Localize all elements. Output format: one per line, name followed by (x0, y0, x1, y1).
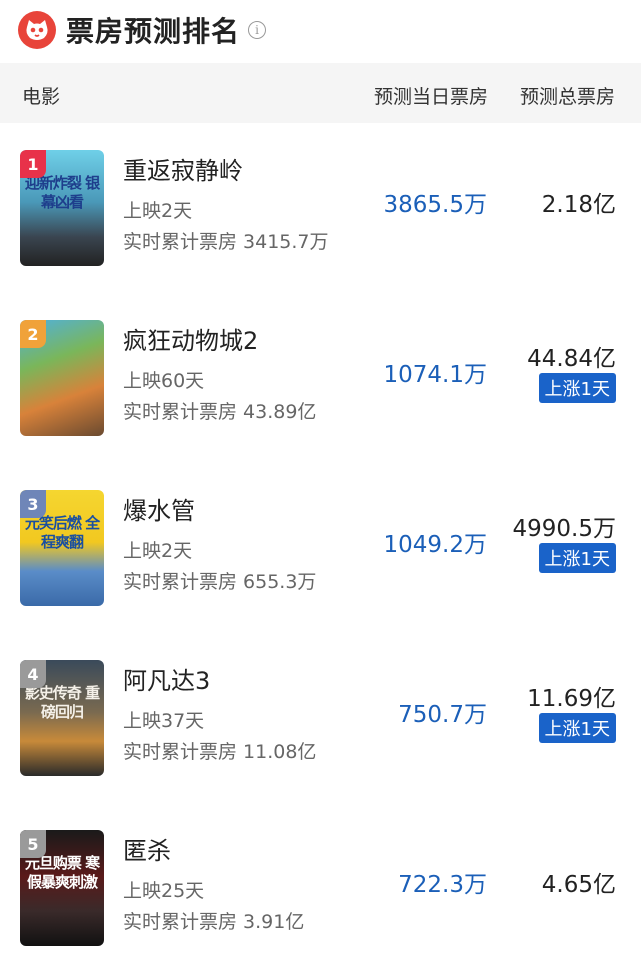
cumulative-box-office: 实时累计票房 11.08亿 (123, 741, 317, 763)
list-item[interactable]: 元笑后燃 全程爽翻 3 爆水管 上映2天 实时累计票房 655.3万 1049.… (0, 463, 641, 633)
rise-badge: 上涨1天 (538, 713, 616, 743)
total-forecast: 11.69亿 (527, 686, 616, 712)
poster-text: 迎新炸裂 银幕凶看 (24, 174, 100, 211)
poster-text: 影史传奇 重磅回归 (24, 684, 100, 721)
movie-name[interactable]: 重返寂静岭 (123, 151, 243, 186)
cat-face-icon (18, 11, 56, 49)
total-forecast: 4.65亿 (541, 872, 616, 898)
movie-name[interactable]: 爆水管 (123, 491, 195, 526)
movie-poster[interactable]: 影史传奇 重磅回归 4 (20, 660, 104, 776)
cumulative-box-office: 实时累计票房 3.91亿 (123, 911, 305, 933)
movie-poster[interactable]: 元旦购票 寒假暴爽刺激 5 (20, 830, 104, 946)
movie-name[interactable]: 匿杀 (123, 831, 171, 866)
total-forecast: 4990.5万 (512, 516, 616, 542)
page-title: 票房预测排名 (66, 15, 241, 48)
daily-forecast: 750.7万 (398, 702, 487, 728)
column-daily-forecast[interactable]: 预测当日票房 (374, 82, 488, 109)
header: 票房预测排名 i (0, 0, 641, 60)
movie-poster[interactable]: 2 (20, 320, 104, 436)
list-item[interactable]: 迎新炸裂 银幕凶看 1 重返寂静岭 上映2天 实时累计票房 3415.7万 38… (0, 123, 641, 293)
list-item[interactable]: 元旦购票 寒假暴爽刺激 5 匿杀 上映25天 实时累计票房 3.91亿 722.… (0, 803, 641, 973)
rise-badge: 上涨1天 (538, 373, 616, 403)
rank-badge: 1 (20, 150, 46, 178)
column-movie: 电影 (22, 86, 61, 108)
release-days: 上映37天 (123, 710, 205, 732)
cumulative-box-office: 实时累计票房 43.89亿 (123, 401, 317, 423)
rise-badge: 上涨1天 (538, 543, 616, 573)
total-forecast: 44.84亿 (527, 346, 616, 372)
total-forecast: 2.18亿 (541, 192, 616, 218)
movie-name[interactable]: 疯狂动物城2 (123, 321, 258, 356)
daily-forecast: 1049.2万 (383, 532, 487, 558)
movie-poster[interactable]: 迎新炸裂 银幕凶看 1 (20, 150, 104, 266)
release-days: 上映2天 (123, 540, 193, 562)
column-header: 电影 预测当日票房 预测总票房 (0, 63, 641, 123)
movie-name[interactable]: 阿凡达3 (123, 661, 210, 696)
movie-poster[interactable]: 元笑后燃 全程爽翻 3 (20, 490, 104, 606)
cumulative-box-office: 实时累计票房 655.3万 (123, 571, 317, 593)
poster-text: 元笑后燃 全程爽翻 (24, 514, 100, 551)
release-days: 上映25天 (123, 880, 205, 902)
list-item[interactable]: 影史传奇 重磅回归 4 阿凡达3 上映37天 实时累计票房 11.08亿 750… (0, 633, 641, 803)
poster-text: 元旦购票 寒假暴爽刺激 (24, 854, 100, 891)
daily-forecast: 722.3万 (398, 872, 487, 898)
release-days: 上映2天 (123, 200, 193, 222)
column-total-forecast[interactable]: 预测总票房 (520, 82, 615, 109)
rank-badge: 4 (20, 660, 46, 688)
daily-forecast: 3865.5万 (383, 192, 487, 218)
rank-badge: 2 (20, 320, 46, 348)
cumulative-box-office: 实时累计票房 3415.7万 (123, 231, 329, 253)
info-icon[interactable]: i (248, 21, 267, 39)
rank-badge: 5 (20, 830, 46, 858)
release-days: 上映60天 (123, 370, 205, 392)
list-item[interactable]: 2 疯狂动物城2 上映60天 实时累计票房 43.89亿 1074.1万 44.… (0, 293, 641, 463)
rank-badge: 3 (20, 490, 46, 518)
daily-forecast: 1074.1万 (383, 362, 487, 388)
